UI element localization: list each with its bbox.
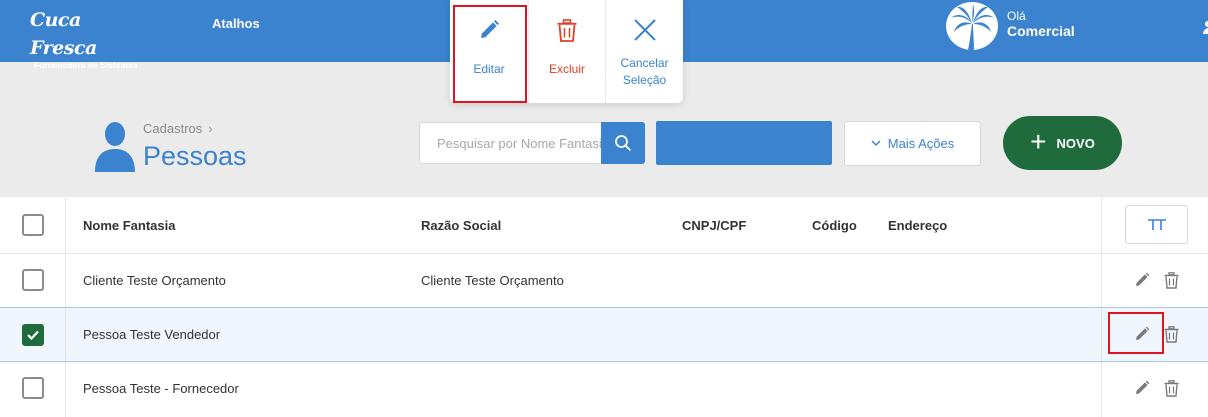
edit-pencil-icon[interactable] bbox=[1134, 326, 1150, 342]
user-greeting[interactable]: Olá Comercial bbox=[1007, 9, 1075, 40]
trash-icon[interactable] bbox=[1164, 326, 1179, 343]
logo-wordmark: Cuca Fresca bbox=[30, 9, 97, 59]
trash-icon[interactable] bbox=[1164, 380, 1179, 397]
checkmark-icon bbox=[27, 330, 39, 340]
col-cnpj-cpf[interactable]: CNPJ/CPF bbox=[682, 218, 746, 233]
cell-nome-fantasia: Pessoa Teste Vendedor bbox=[83, 327, 221, 342]
table-row[interactable]: Pessoa Teste Vendedor bbox=[0, 307, 1208, 362]
logo-subtitle: Fornecedora de Sistemas bbox=[34, 60, 138, 70]
row-checkbox-checked[interactable] bbox=[22, 324, 44, 346]
cell-razao-social: Cliente Teste Orçamento bbox=[421, 273, 564, 288]
col-endereco[interactable]: Endereço bbox=[888, 218, 947, 233]
popup-delete-label: Excluir bbox=[548, 62, 585, 76]
plus-icon: + bbox=[1030, 125, 1047, 157]
select-all-checkbox[interactable] bbox=[22, 214, 44, 236]
trash-icon bbox=[557, 18, 577, 42]
search-input[interactable] bbox=[420, 123, 601, 163]
search-box bbox=[419, 122, 601, 164]
row-checkbox[interactable] bbox=[22, 377, 44, 399]
new-button-label: NOVO bbox=[1056, 135, 1095, 151]
search-icon bbox=[615, 135, 631, 151]
search-button[interactable] bbox=[601, 122, 645, 164]
row-select-cell bbox=[0, 254, 66, 307]
row-actions-cell bbox=[1101, 254, 1208, 307]
user-menu-icon[interactable] bbox=[1202, 20, 1208, 34]
row-select-cell bbox=[0, 308, 66, 361]
more-actions-button[interactable]: Mais Ações bbox=[844, 121, 981, 166]
row-checkbox[interactable] bbox=[22, 269, 44, 291]
nav-atalhos[interactable]: Atalhos bbox=[212, 16, 260, 31]
breadcrumb-cadastros[interactable]: Cadastros bbox=[143, 121, 202, 136]
select-all-cell bbox=[0, 197, 66, 253]
more-actions-label: Mais Ações bbox=[887, 136, 955, 151]
edit-pencil-icon[interactable] bbox=[1134, 380, 1150, 396]
app-logo[interactable]: Cuca Fresca Fornecedora de Sistemas bbox=[30, 6, 140, 70]
row-select-cell bbox=[0, 362, 66, 417]
new-button[interactable]: + NOVO bbox=[1003, 116, 1122, 170]
columns-icon bbox=[1147, 218, 1166, 230]
chevron-down-icon bbox=[871, 140, 881, 146]
popup-cancel-selection-button[interactable]: Cancelar Seleção bbox=[605, 0, 683, 103]
row-actions-cell bbox=[1101, 362, 1208, 417]
popup-cancel-label: Cancelar Seleção bbox=[620, 55, 668, 89]
cell-nome-fantasia: Pessoa Teste - Fornecedor bbox=[83, 381, 239, 396]
cell-nome-fantasia: Cliente Teste Orçamento bbox=[83, 273, 226, 288]
columns-toggle-button[interactable] bbox=[1125, 205, 1188, 244]
edit-pencil-icon[interactable] bbox=[1134, 272, 1150, 288]
selection-actions-popup: Editar Excluir Cancelar Seleção bbox=[450, 0, 683, 103]
user-name: Comercial bbox=[1007, 23, 1075, 39]
popup-delete-button[interactable]: Excluir bbox=[528, 0, 605, 103]
popup-cancel-label-line2: Seleção bbox=[622, 73, 667, 87]
people-table: Nome Fantasia Razão Social CNPJ/CPF Códi… bbox=[0, 197, 1208, 417]
palm-tree-avatar-icon[interactable] bbox=[946, 2, 998, 50]
table-row[interactable]: Cliente Teste Orçamento Cliente Teste Or… bbox=[0, 253, 1208, 307]
close-icon bbox=[633, 19, 656, 41]
greeting-text: Olá bbox=[1007, 9, 1026, 23]
col-nome-fantasia[interactable]: Nome Fantasia bbox=[83, 218, 175, 233]
page-title: Pessoas bbox=[143, 141, 247, 171]
breadcrumb-separator: › bbox=[208, 121, 213, 136]
table-row[interactable]: Pessoa Teste - Fornecedor bbox=[0, 362, 1208, 417]
blank-action-button[interactable] bbox=[656, 121, 832, 165]
row-actions-cell bbox=[1101, 308, 1208, 361]
col-razao-social[interactable]: Razão Social bbox=[421, 218, 501, 233]
actions-header-cell bbox=[1101, 197, 1208, 253]
table-header-row: Nome Fantasia Razão Social CNPJ/CPF Códi… bbox=[0, 197, 1208, 253]
col-codigo[interactable]: Código bbox=[812, 218, 857, 233]
breadcrumb: Cadastros › bbox=[143, 121, 213, 136]
popup-cancel-label-line1: Cancelar bbox=[620, 56, 669, 70]
edit-highlight-box bbox=[453, 5, 527, 103]
person-icon bbox=[94, 122, 136, 177]
trash-icon[interactable] bbox=[1164, 272, 1179, 289]
popup-edit-button[interactable]: Editar bbox=[450, 0, 528, 103]
